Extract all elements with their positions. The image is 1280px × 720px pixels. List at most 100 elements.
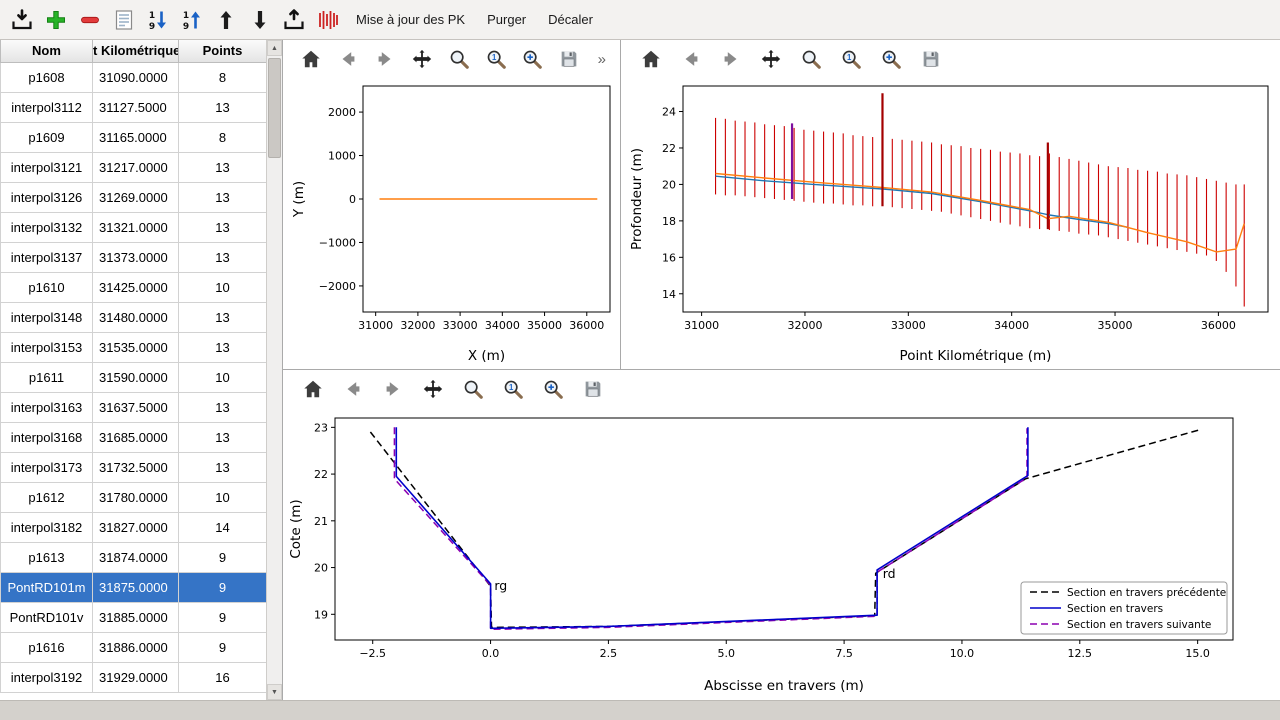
table-row[interactable]: p161631886.00009 [1,632,267,662]
pk-stripes-button[interactable] [312,4,344,36]
svg-text:21: 21 [314,515,328,528]
table-row[interactable]: interpol316331637.500013 [1,392,267,422]
svg-text:1: 1 [847,53,852,62]
cell-points: 16 [179,662,267,692]
table-row[interactable]: p161231780.000010 [1,482,267,512]
column-header-1[interactable]: t Kilométrique [93,40,179,62]
zoom-one-plot-button[interactable]: 1 [483,45,508,73]
svg-text:20: 20 [314,562,328,575]
svg-text:20: 20 [662,178,676,191]
sort-ascending-icon: 19 [180,8,204,32]
svg-text:9: 9 [149,22,155,32]
table-row[interactable]: interpol311231127.500013 [1,92,267,122]
cell-nom: p1616 [1,632,93,662]
column-header-0[interactable]: Nom [1,40,93,62]
table-row[interactable]: interpol316831685.000013 [1,422,267,452]
move-up-icon [214,8,238,32]
zoom-icon [448,48,470,70]
zoom-plus-plot-button[interactable] [520,45,545,73]
zoom-plus-icon [521,48,543,70]
table-row[interactable]: p161131590.000010 [1,362,267,392]
table-row[interactable]: interpol318231827.000014 [1,512,267,542]
zoom-one-plot-button[interactable]: 1 [837,45,865,73]
table-row[interactable]: p160831090.00008 [1,62,267,92]
save-plot-button[interactable] [557,45,582,73]
table-row[interactable]: interpol313731373.000013 [1,242,267,272]
toolbar-text-button-1[interactable]: Purger [477,7,536,32]
pan-plot-button[interactable] [419,375,447,403]
svg-text:22: 22 [662,142,676,155]
home-plot-button[interactable] [637,45,665,73]
cell-points: 13 [179,332,267,362]
zoom-plus-plot-button[interactable] [877,45,905,73]
home-plot-button[interactable] [299,375,327,403]
pan-plot-button[interactable] [757,45,785,73]
zoom-plot-button[interactable] [446,45,471,73]
table-scrollbar[interactable]: ▲ ▼ [266,40,282,700]
toolbar-text-button-0[interactable]: Mise à jour des PK [346,7,475,32]
table-row[interactable]: interpol312631269.000013 [1,182,267,212]
svg-text:rg: rg [494,578,507,593]
save-plot-button[interactable] [579,375,607,403]
table-row[interactable]: interpol313231321.000013 [1,212,267,242]
zoom-one-plot-button[interactable]: 1 [499,375,527,403]
table-row[interactable]: p161331874.00009 [1,542,267,572]
table-row[interactable]: PontRD101m31875.00009 [1,572,267,602]
table-row[interactable]: p161031425.000010 [1,272,267,302]
zoom-plot-button[interactable] [797,45,825,73]
svg-text:10.0: 10.0 [950,647,975,660]
save-plot-button[interactable] [917,45,945,73]
table-row[interactable]: interpol317331732.500013 [1,452,267,482]
back-plot-button[interactable] [336,45,361,73]
table-row[interactable]: interpol312131217.000013 [1,152,267,182]
cell-nom: p1610 [1,272,93,302]
scroll-up-button[interactable]: ▲ [267,40,282,56]
forward-plot-button[interactable] [717,45,745,73]
zoom-plus-plot-button[interactable] [539,375,567,403]
cell-nom: PontRD101v [1,602,93,632]
forward-arrow-icon [382,378,404,400]
toolbar-overflow-chevron[interactable]: » [594,51,610,68]
svg-text:1: 1 [509,383,514,392]
table-row[interactable]: interpol319231929.000016 [1,662,267,692]
svg-text:0: 0 [349,193,356,206]
table-row[interactable]: interpol315331535.000013 [1,332,267,362]
sort-desc-button[interactable]: 19 [142,4,174,36]
svg-text:−1000: −1000 [319,236,356,249]
home-icon [640,48,662,70]
scroll-down-button[interactable]: ▼ [267,684,282,700]
svg-text:35000: 35000 [1098,319,1133,332]
edit-list-button[interactable] [108,4,140,36]
remove-button[interactable] [74,4,106,36]
profile-plot-toolbar: 1 [621,40,1280,78]
svg-text:34000: 34000 [485,319,520,332]
back-plot-button[interactable] [339,375,367,403]
arrow-down-button[interactable] [244,4,276,36]
cell-points: 13 [179,182,267,212]
cell-pk: 31269.0000 [93,182,179,212]
scroll-thumb[interactable] [268,58,281,158]
sort-asc-button[interactable]: 19 [176,4,208,36]
svg-text:Section en travers: Section en travers [1067,603,1163,615]
cell-points: 10 [179,272,267,302]
import-button[interactable] [6,4,38,36]
table-row[interactable]: interpol314831480.000013 [1,302,267,332]
profile-plot-panel: 1 31000320003300034000350003600014161820… [621,40,1280,369]
arrow-up-button[interactable] [210,4,242,36]
add-button[interactable] [40,4,72,36]
table-row[interactable]: p160931165.00008 [1,122,267,152]
cell-points: 13 [179,242,267,272]
cell-pk: 31827.0000 [93,512,179,542]
back-plot-button[interactable] [677,45,705,73]
column-header-2[interactable]: Points [179,40,267,62]
home-plot-button[interactable] [299,45,324,73]
zoom-plot-button[interactable] [459,375,487,403]
forward-plot-button[interactable] [379,375,407,403]
zoom-one-icon: 1 [502,378,524,400]
pan-plot-button[interactable] [409,45,434,73]
forward-plot-button[interactable] [373,45,398,73]
toolbar-text-button-2[interactable]: Décaler [538,7,603,32]
export-button[interactable] [278,4,310,36]
table-row[interactable]: PontRD101v31885.00009 [1,602,267,632]
svg-text:7.5: 7.5 [835,647,853,660]
